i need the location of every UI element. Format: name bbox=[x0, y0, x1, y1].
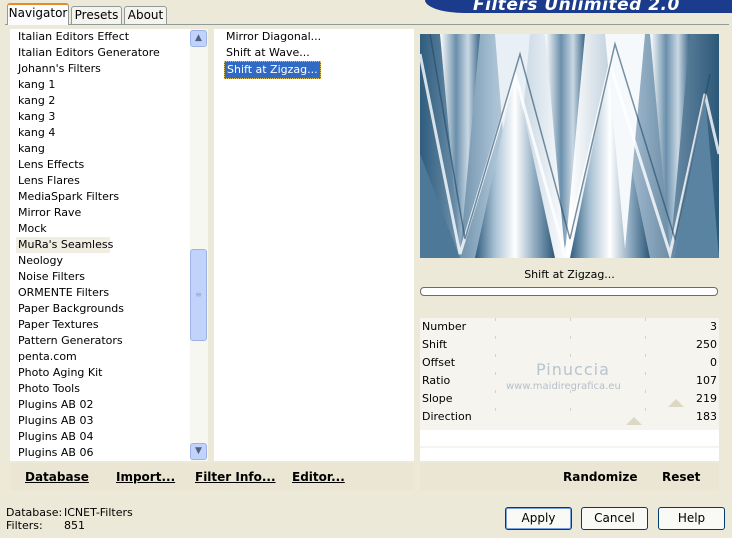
category-item[interactable]: Neology bbox=[16, 253, 63, 269]
tab-divider bbox=[5, 24, 729, 25]
database-status-label: Database: bbox=[6, 506, 63, 519]
slider-tick bbox=[495, 318, 496, 321]
slider-tick bbox=[570, 336, 571, 339]
slider-tick bbox=[645, 318, 646, 321]
param-label: Shift bbox=[422, 338, 448, 351]
category-item[interactable]: Mirror Rave bbox=[16, 205, 81, 221]
scroll-down-button[interactable]: ▼ bbox=[190, 443, 207, 460]
help-button[interactable]: Help bbox=[658, 507, 725, 530]
param-value: 219 bbox=[696, 392, 717, 405]
category-item[interactable]: Paper Backgrounds bbox=[16, 301, 124, 317]
cancel-button[interactable]: Cancel bbox=[581, 507, 648, 530]
category-list[interactable]: Italian Editors Effect Italian Editors Ge… bbox=[10, 29, 208, 461]
category-item[interactable]: Italian Editors Generatore bbox=[16, 45, 160, 61]
category-item[interactable]: Lens Flares bbox=[16, 173, 80, 189]
slider-tick bbox=[645, 354, 646, 357]
param-value: 107 bbox=[696, 374, 717, 387]
database-status-value: ICNET-Filters bbox=[64, 506, 133, 519]
category-item[interactable]: Pattern Generators bbox=[16, 333, 123, 349]
category-item[interactable]: Mock bbox=[16, 221, 47, 237]
slider-tick bbox=[645, 372, 646, 375]
category-item[interactable]: Noise Filters bbox=[16, 269, 85, 285]
param-label: Offset bbox=[422, 356, 456, 369]
filter-list[interactable]: Mirror Diagonal... Shift at Wave... Shift … bbox=[214, 29, 414, 461]
category-item[interactable]: kang 2 bbox=[16, 93, 55, 109]
slider-tick bbox=[495, 336, 496, 339]
category-item[interactable]: Paper Textures bbox=[16, 317, 99, 333]
editor-button[interactable]: Editor... bbox=[292, 470, 345, 484]
tab-about[interactable]: About bbox=[124, 6, 167, 24]
database-button[interactable]: Database bbox=[25, 470, 89, 484]
category-item[interactable]: Photo Tools bbox=[16, 381, 80, 397]
watermark-url: www.maidiregrafica.eu bbox=[506, 381, 621, 392]
param-row[interactable]: Direction 183 bbox=[420, 408, 719, 426]
import-button[interactable]: Import... bbox=[116, 470, 175, 484]
filter-info-button[interactable]: Filter Info... bbox=[195, 470, 276, 484]
category-item[interactable]: Italian Editors Effect bbox=[16, 29, 129, 45]
reset-button[interactable]: Reset bbox=[662, 470, 700, 484]
category-item[interactable]: Photo Aging Kit bbox=[16, 365, 102, 381]
apply-button[interactable]: Apply bbox=[505, 507, 572, 530]
param-value: 183 bbox=[696, 410, 717, 423]
scroll-thumb[interactable]: ≡ bbox=[190, 249, 207, 341]
category-item[interactable]: penta.com bbox=[16, 349, 77, 365]
category-item[interactable]: MediaSpark Filters bbox=[16, 189, 119, 205]
filter-item[interactable]: Mirror Diagonal... bbox=[224, 29, 323, 45]
filters-status-value: 851 bbox=[64, 519, 85, 532]
slider-tick bbox=[645, 408, 646, 411]
param-value: 0 bbox=[710, 356, 717, 369]
banner-title: Filters Unlimited 2.0 bbox=[473, 0, 680, 13]
category-item[interactable]: kang 3 bbox=[16, 109, 55, 125]
param-label: Direction bbox=[422, 410, 472, 423]
category-item[interactable]: Johann's Filters bbox=[16, 61, 101, 77]
category-item[interactable]: MuRa's Seamless bbox=[16, 237, 113, 253]
progress-bar bbox=[420, 287, 718, 296]
slider-tick bbox=[570, 354, 571, 357]
category-item[interactable]: ORMENTE Filters bbox=[16, 285, 109, 301]
watermark-name: Pinuccia bbox=[536, 360, 610, 379]
category-scrollbar[interactable]: ▲ ≡ ▼ bbox=[190, 29, 208, 461]
category-item[interactable]: Plugins AB 06 bbox=[16, 445, 93, 461]
category-item[interactable]: kang 4 bbox=[16, 125, 55, 141]
filter-item[interactable]: Shift at Wave... bbox=[224, 45, 312, 61]
param-label: Slope bbox=[422, 392, 453, 405]
preview-label: Shift at Zigzag... bbox=[524, 268, 615, 281]
slider-tick bbox=[570, 318, 571, 321]
slider-tick bbox=[645, 390, 646, 393]
category-item[interactable]: kang 1 bbox=[16, 77, 55, 93]
param-row[interactable]: Shift 250 bbox=[420, 336, 719, 354]
param-row[interactable]: Number 3 bbox=[420, 318, 719, 336]
slider-tick bbox=[570, 408, 571, 411]
category-item[interactable]: Plugins AB 03 bbox=[16, 413, 93, 429]
slider-tick bbox=[495, 408, 496, 411]
param-value: 250 bbox=[696, 338, 717, 351]
randomize-button[interactable]: Randomize bbox=[563, 470, 637, 484]
filter-item[interactable]: Shift at Zigzag... bbox=[224, 61, 321, 79]
preview-image bbox=[420, 34, 719, 258]
category-item[interactable]: kang bbox=[16, 141, 45, 157]
slider-tick bbox=[495, 372, 496, 375]
param-value: 3 bbox=[710, 320, 717, 333]
tab-presets[interactable]: Presets bbox=[71, 6, 122, 24]
slider-tick bbox=[495, 354, 496, 357]
param-label: Ratio bbox=[422, 374, 451, 387]
category-item[interactable]: Plugins AB 04 bbox=[16, 429, 93, 445]
category-item[interactable]: Plugins AB 02 bbox=[16, 397, 93, 413]
filters-status-label: Filters: bbox=[6, 519, 43, 532]
title-banner: Filters Unlimited 2.0 bbox=[425, 0, 732, 13]
slider-marker-direction[interactable] bbox=[626, 417, 642, 425]
slider-tick bbox=[645, 336, 646, 339]
scroll-up-button[interactable]: ▲ bbox=[190, 30, 207, 47]
tab-navigator[interactable]: Navigator bbox=[7, 3, 69, 25]
category-item[interactable]: Lens Effects bbox=[16, 157, 84, 173]
slider-tick bbox=[495, 390, 496, 393]
slider-marker[interactable] bbox=[668, 399, 684, 407]
preview-frame bbox=[420, 34, 719, 258]
param-label: Number bbox=[422, 320, 467, 333]
